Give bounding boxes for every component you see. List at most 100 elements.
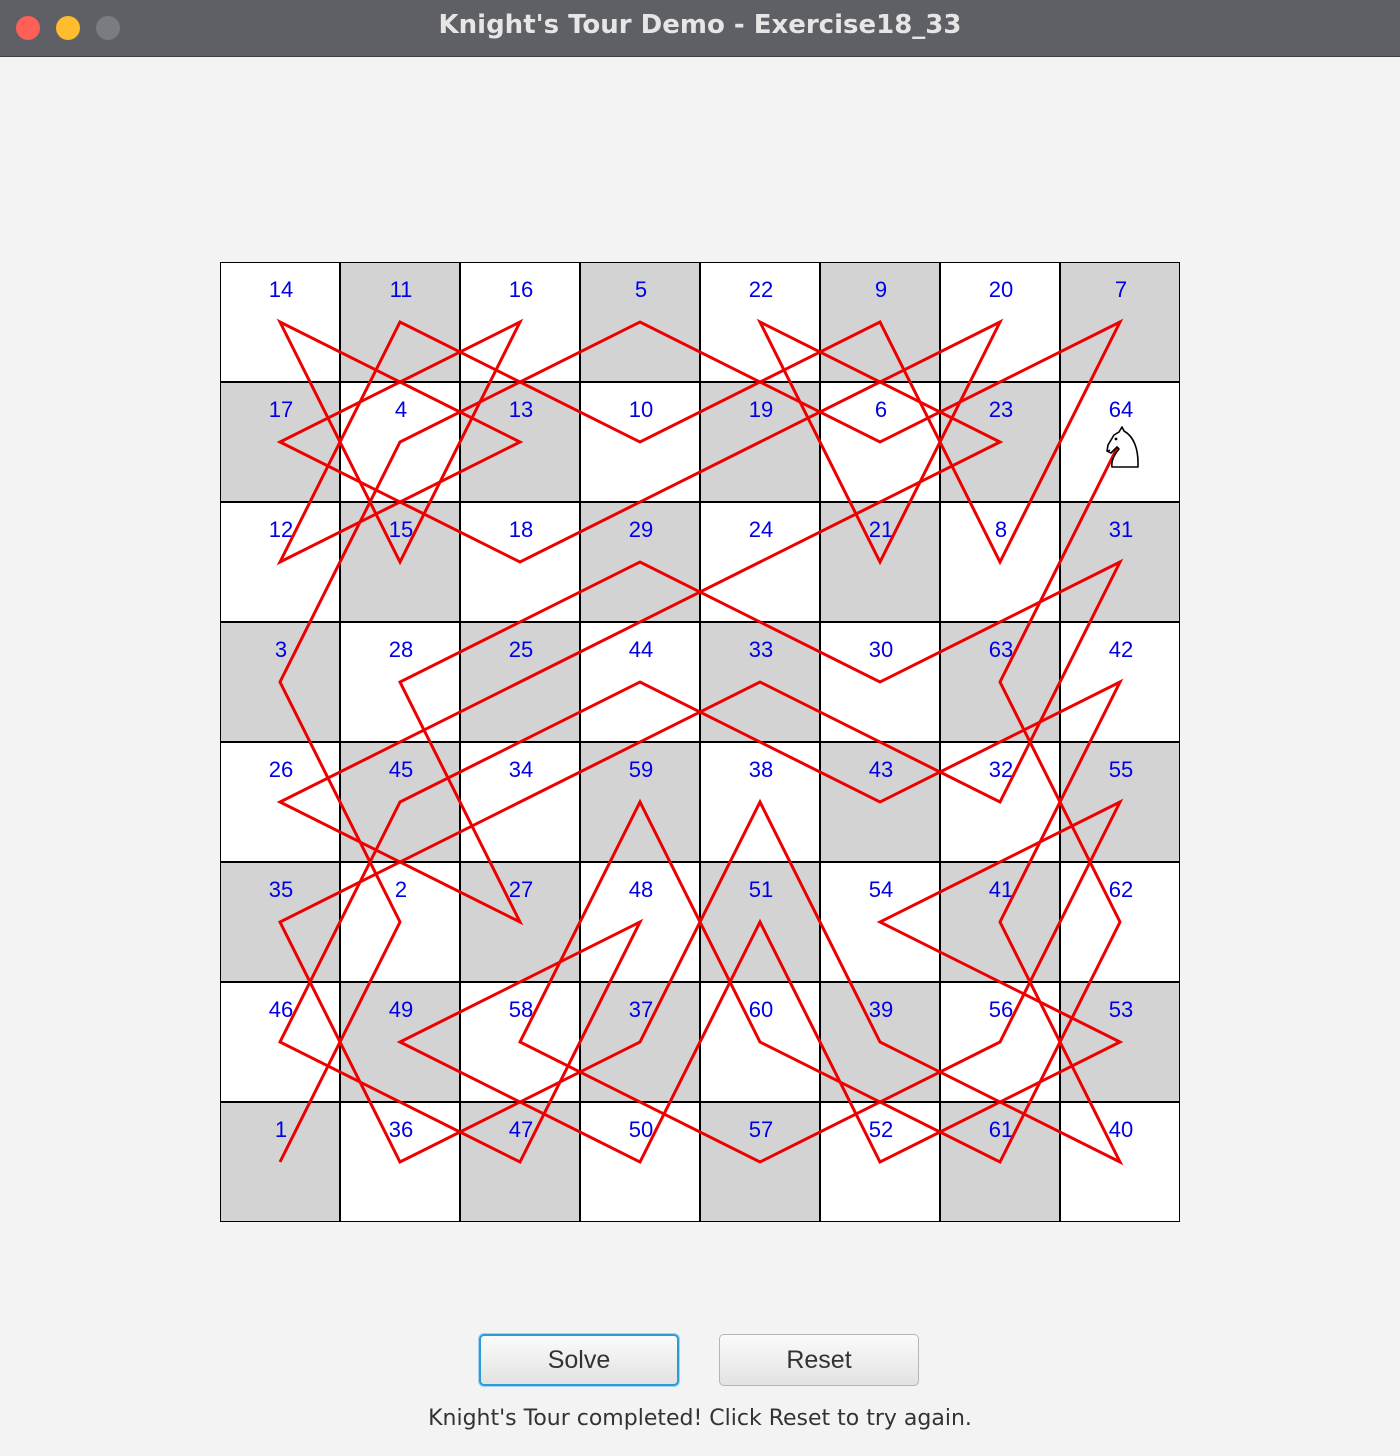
board-square[interactable]: 13 xyxy=(460,382,580,502)
board-square[interactable]: 60 xyxy=(700,982,820,1102)
solve-button[interactable]: Solve xyxy=(479,1334,679,1386)
board-square[interactable]: 27 xyxy=(460,862,580,982)
reset-button[interactable]: Reset xyxy=(719,1334,919,1386)
board-square[interactable]: 57 xyxy=(700,1102,820,1222)
board-square[interactable]: 28 xyxy=(340,622,460,742)
window-content: 14 11 16 5 22 9 20 7 17 4 13 10 19 6 23 64 12 15 18 29 24 21 8… xyxy=(0,57,1400,1456)
board-square[interactable]: 41 xyxy=(940,862,1060,982)
move-number: 56 xyxy=(988,997,1014,1022)
board-square[interactable]: 3 xyxy=(220,622,340,742)
move-number: 31 xyxy=(1108,517,1134,542)
board-square[interactable]: 49 xyxy=(340,982,460,1102)
board-square[interactable]: 50 xyxy=(580,1102,700,1222)
move-number: 22 xyxy=(748,277,774,302)
board-square[interactable]: 38 xyxy=(700,742,820,862)
board-square[interactable]: 23 xyxy=(940,382,1060,502)
move-number: 16 xyxy=(508,277,534,302)
board-square[interactable]: 53 xyxy=(1060,982,1180,1102)
move-number: 44 xyxy=(628,637,654,662)
board-square[interactable]: 22 xyxy=(700,262,820,382)
board-square[interactable]: 29 xyxy=(580,502,700,622)
move-number: 15 xyxy=(388,517,414,542)
board-square[interactable]: 62 xyxy=(1060,862,1180,982)
move-number: 58 xyxy=(508,997,534,1022)
move-number: 14 xyxy=(268,277,294,302)
move-number: 37 xyxy=(628,997,654,1022)
board-square[interactable]: 18 xyxy=(460,502,580,622)
board-square[interactable]: 11 xyxy=(340,262,460,382)
move-number: 13 xyxy=(508,397,534,422)
move-number: 62 xyxy=(1108,877,1134,902)
move-number: 41 xyxy=(988,877,1014,902)
board-square[interactable]: 32 xyxy=(940,742,1060,862)
board-square[interactable]: 14 xyxy=(220,262,340,382)
move-number: 54 xyxy=(868,877,894,902)
board-square[interactable]: 52 xyxy=(820,1102,940,1222)
move-number: 2 xyxy=(394,877,408,902)
board-square[interactable]: 2 xyxy=(340,862,460,982)
board-square[interactable]: 10 xyxy=(580,382,700,502)
move-number: 47 xyxy=(508,1117,534,1142)
move-number: 9 xyxy=(874,277,888,302)
move-number: 5 xyxy=(634,277,648,302)
move-number: 10 xyxy=(628,397,654,422)
move-number: 26 xyxy=(268,757,294,782)
move-number: 36 xyxy=(388,1117,414,1142)
board-square[interactable]: 16 xyxy=(460,262,580,382)
board-square[interactable]: 45 xyxy=(340,742,460,862)
move-number: 17 xyxy=(268,397,294,422)
board-square[interactable]: 64 xyxy=(1060,382,1180,502)
move-number: 29 xyxy=(628,517,654,542)
board-square[interactable]: 47 xyxy=(460,1102,580,1222)
board-square[interactable]: 36 xyxy=(340,1102,460,1222)
move-number: 45 xyxy=(388,757,414,782)
board-square[interactable]: 42 xyxy=(1060,622,1180,742)
board-square[interactable]: 26 xyxy=(220,742,340,862)
board-square[interactable]: 4 xyxy=(340,382,460,502)
board-square[interactable]: 56 xyxy=(940,982,1060,1102)
move-number: 33 xyxy=(748,637,774,662)
board-square[interactable]: 1 xyxy=(220,1102,340,1222)
board-square[interactable]: 17 xyxy=(220,382,340,502)
chess-board: 14 11 16 5 22 9 20 7 17 4 13 10 19 6 23 64 12 15 18 29 24 21 8… xyxy=(220,262,1180,1222)
board-square[interactable]: 37 xyxy=(580,982,700,1102)
board-square[interactable]: 63 xyxy=(940,622,1060,742)
board-square[interactable]: 43 xyxy=(820,742,940,862)
board-square[interactable]: 31 xyxy=(1060,502,1180,622)
board-square[interactable]: 25 xyxy=(460,622,580,742)
board-square[interactable]: 54 xyxy=(820,862,940,982)
move-number: 57 xyxy=(748,1117,774,1142)
board-square[interactable]: 8 xyxy=(940,502,1060,622)
board-square[interactable]: 51 xyxy=(700,862,820,982)
board-square[interactable]: 15 xyxy=(340,502,460,622)
board-square[interactable]: 59 xyxy=(580,742,700,862)
window-titlebar: Knight's Tour Demo - Exercise18_33 xyxy=(0,0,1400,57)
board-square[interactable]: 39 xyxy=(820,982,940,1102)
board-square[interactable]: 34 xyxy=(460,742,580,862)
board-square[interactable]: 33 xyxy=(700,622,820,742)
move-number: 35 xyxy=(268,877,294,902)
move-number: 12 xyxy=(268,517,294,542)
board-square[interactable]: 48 xyxy=(580,862,700,982)
board-square[interactable]: 6 xyxy=(820,382,940,502)
board-square[interactable]: 5 xyxy=(580,262,700,382)
board-square[interactable]: 44 xyxy=(580,622,700,742)
board-square[interactable]: 58 xyxy=(460,982,580,1102)
board-square[interactable]: 21 xyxy=(820,502,940,622)
board-square[interactable]: 19 xyxy=(700,382,820,502)
board-square[interactable]: 9 xyxy=(820,262,940,382)
board-square[interactable]: 30 xyxy=(820,622,940,742)
board-square[interactable]: 20 xyxy=(940,262,1060,382)
board-square[interactable]: 35 xyxy=(220,862,340,982)
board-square[interactable]: 46 xyxy=(220,982,340,1102)
board-square[interactable]: 24 xyxy=(700,502,820,622)
board-square[interactable]: 7 xyxy=(1060,262,1180,382)
move-number: 38 xyxy=(748,757,774,782)
board-square[interactable]: 55 xyxy=(1060,742,1180,862)
move-number: 61 xyxy=(988,1117,1014,1142)
board-square[interactable]: 61 xyxy=(940,1102,1060,1222)
move-number: 46 xyxy=(268,997,294,1022)
board-square[interactable]: 12 xyxy=(220,502,340,622)
board-square[interactable]: 40 xyxy=(1060,1102,1180,1222)
move-number: 18 xyxy=(508,517,534,542)
